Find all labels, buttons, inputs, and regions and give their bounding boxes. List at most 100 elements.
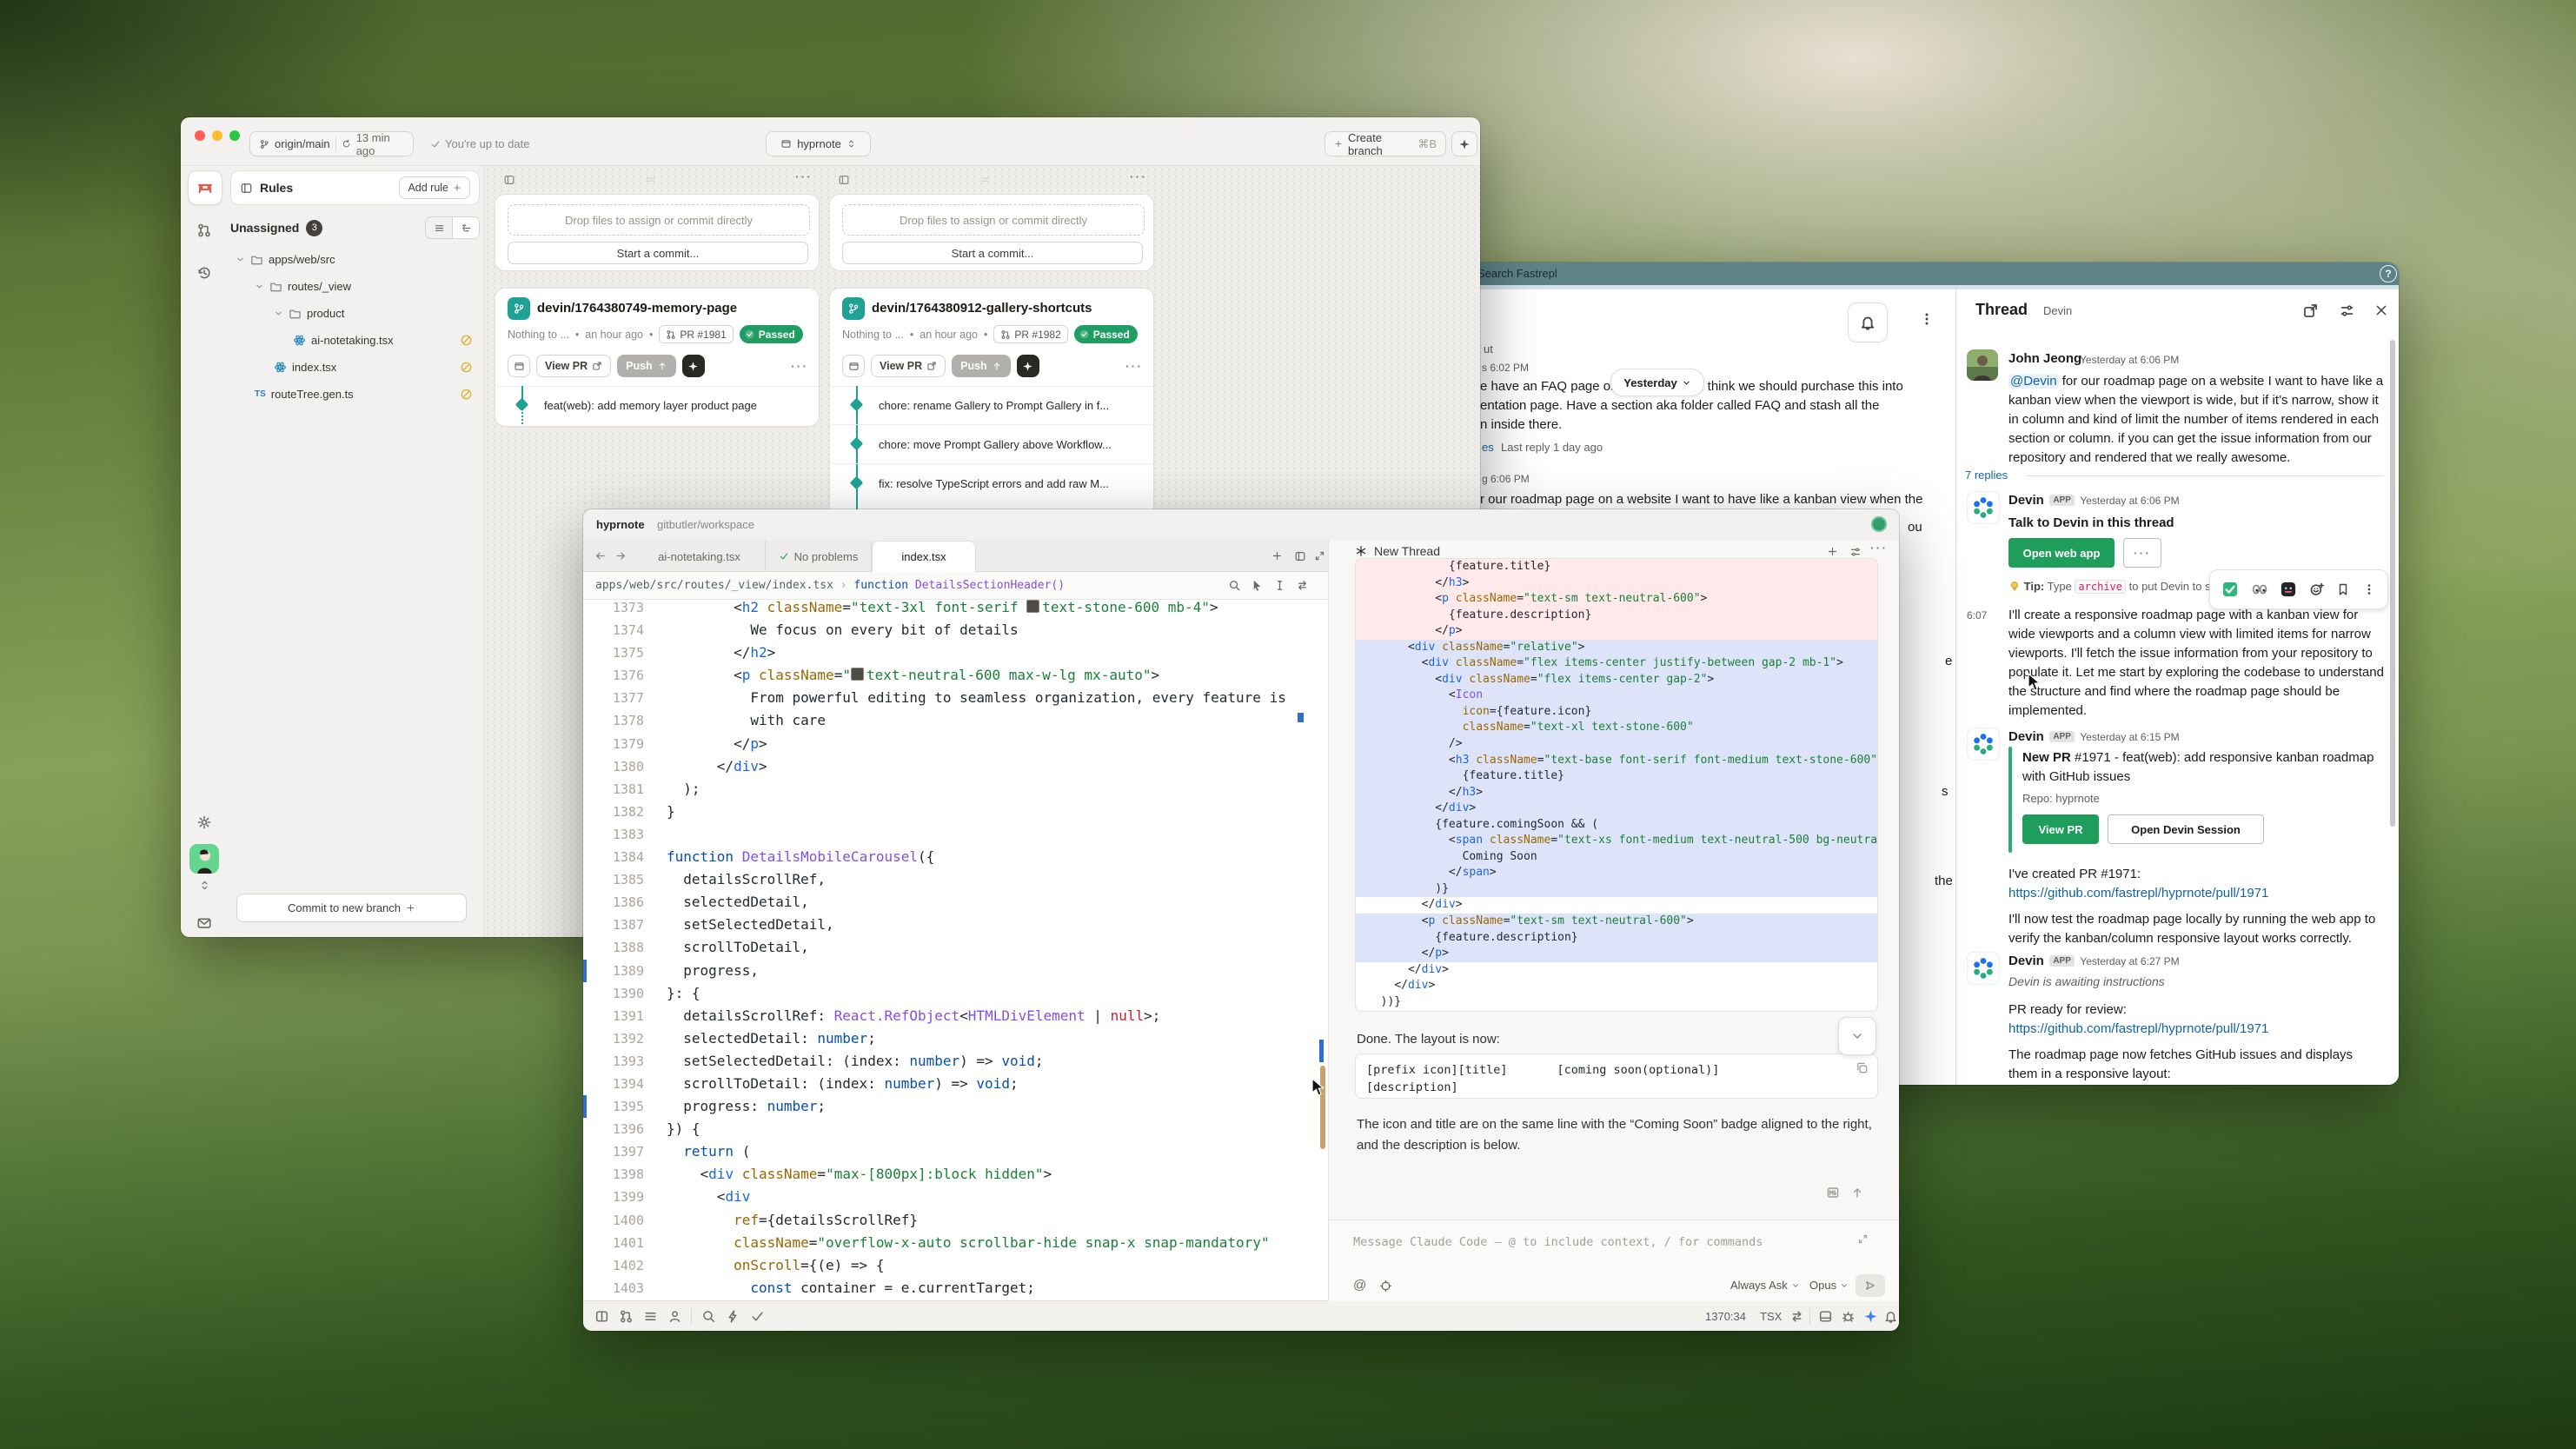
pr-chip[interactable]: PR #1981	[659, 325, 733, 343]
code-line[interactable]: onScroll={(e) => {	[667, 1254, 1289, 1277]
code-line[interactable]: return (	[667, 1140, 1289, 1163]
avatar[interactable]	[1967, 349, 1998, 381]
list-view-button[interactable]	[426, 217, 452, 238]
open-devin-session-button[interactable]: Open Devin Session	[2108, 814, 2264, 844]
message-author[interactable]: John Jeong	[2008, 351, 2081, 366]
message-timestamp[interactable]: Yesterday at 6:27 PM	[2080, 955, 2179, 967]
workspace-status-icon[interactable]	[1871, 516, 1887, 532]
message-author[interactable]: Devin	[2008, 954, 2044, 968]
check-reaction-icon[interactable]	[2221, 581, 2239, 598]
message-author[interactable]: Devin	[2008, 493, 2044, 508]
branches-nav-button[interactable]	[188, 214, 221, 247]
scroll-to-bottom-button[interactable]	[1838, 1017, 1876, 1055]
replies-count[interactable]: 7 replies	[1965, 469, 2008, 482]
tree-item-routetree-gen-ts[interactable]: TSrouteTree.gen.ts	[230, 381, 480, 408]
context-target-icon[interactable]	[1379, 1280, 1392, 1293]
code-line[interactable]: function DetailsMobileCarousel({	[667, 846, 1289, 868]
model-select[interactable]: Opus	[1809, 1279, 1849, 1292]
sync-icon[interactable]	[1789, 1309, 1804, 1324]
workspace-nav-button[interactable]	[188, 170, 222, 205]
history-nav-button[interactable]	[188, 256, 221, 289]
expand-editor-icon[interactable]	[1314, 550, 1325, 562]
thread-channel[interactable]: Devin	[2043, 304, 2072, 317]
code-line[interactable]: setSelectedDetail,	[667, 914, 1289, 936]
language-mode[interactable]: TSX	[1760, 1310, 1782, 1323]
code-line[interactable]: selectedDetail: number;	[667, 1027, 1289, 1050]
ai-commit-button[interactable]	[682, 355, 705, 377]
zoom-window-button[interactable]	[229, 130, 240, 141]
scroll-top-icon[interactable]	[1850, 1186, 1864, 1200]
add-reaction-icon[interactable]	[2309, 582, 2325, 597]
lane-drag-handle[interactable]	[975, 176, 994, 184]
code-line[interactable]: }: {	[667, 982, 1289, 1005]
push-button[interactable]: Push	[617, 355, 676, 377]
lane-collapse-icon[interactable]	[503, 174, 515, 186]
open-web-app-button[interactable]: Open web app	[2008, 538, 2115, 568]
lane-menu-button[interactable]: ···	[1130, 169, 1147, 183]
settings-button[interactable]	[188, 806, 221, 839]
code-line[interactable]: progress,	[667, 960, 1289, 982]
code-line[interactable]: scrollToDetail: (index: number) => void;	[667, 1073, 1289, 1095]
devin-avatar[interactable]	[1967, 491, 2000, 524]
new-thread-icon[interactable]	[1827, 546, 1838, 557]
send-button[interactable]	[1856, 1274, 1885, 1297]
hover-timestamp[interactable]: 6:07	[1967, 609, 1987, 621]
code-line[interactable]: </h2>	[667, 641, 1289, 664]
debug-icon[interactable]	[1841, 1309, 1856, 1324]
thread-settings-icon[interactable]	[2339, 302, 2355, 319]
review-button[interactable]	[508, 355, 530, 377]
message-input[interactable]: Message Claude Code — @ to include conte…	[1329, 1220, 1899, 1301]
code-line[interactable]: );	[667, 778, 1289, 801]
code-line[interactable]: with care	[667, 709, 1289, 732]
add-rule-button[interactable]: Add rule	[399, 176, 470, 199]
text-cursor-icon[interactable]	[1273, 579, 1286, 592]
drop-files-zone[interactable]: Drop files to assign or commit directly	[508, 204, 810, 236]
tree-item-routes-view[interactable]: routes/_view	[230, 273, 480, 300]
terminal-panel-icon[interactable]	[1818, 1309, 1833, 1324]
ai-sparkle-icon[interactable]	[1863, 1309, 1878, 1324]
tab-no-problems[interactable]: No problems	[766, 541, 872, 572]
layout-icon[interactable]	[594, 1309, 609, 1324]
copy-icon[interactable]	[1856, 1061, 1869, 1074]
push-button[interactable]: Push	[952, 355, 1011, 377]
mention-context-button[interactable]: @	[1353, 1278, 1366, 1293]
commit-row[interactable]: chore: move Prompt Gallery above Workflo…	[830, 424, 1154, 463]
code-line[interactable]: detailsScrollRef,	[667, 868, 1289, 891]
user-icon[interactable]	[667, 1309, 682, 1324]
notifications-bell-button[interactable]	[1848, 302, 1888, 342]
custom-emoji-icon[interactable]	[2280, 581, 2297, 598]
ai-commit-button[interactable]	[1017, 355, 1039, 377]
ci-status-badge[interactable]: Passed	[740, 325, 803, 343]
check-icon[interactable]	[750, 1309, 765, 1324]
layout-code-block[interactable]: [prefix icon][title] [coming soon(option…	[1355, 1054, 1878, 1099]
close-icon[interactable]	[2374, 302, 2389, 318]
thread-scrollbar[interactable]	[2390, 340, 2395, 827]
devin-avatar[interactable]	[1967, 728, 2000, 761]
start-commit-button[interactable]: Start a commit...	[842, 242, 1143, 264]
tree-item-ai-notetaking-tsx[interactable]: ai-notetaking.tsx	[230, 327, 480, 354]
code-line[interactable]: From powerful editing to seamless organi…	[667, 687, 1289, 709]
lane-menu-button[interactable]: ···	[795, 169, 813, 183]
pointer-icon[interactable]	[1251, 579, 1264, 592]
actions-icon[interactable]	[726, 1309, 740, 1324]
code-line[interactable]: detailsScrollRef: React.RefObject<HTMLDi…	[667, 1005, 1289, 1027]
code-line[interactable]: className="overflow-x-auto scrollbar-hid…	[667, 1232, 1289, 1254]
split-editor-icon[interactable]	[1294, 550, 1306, 562]
tree-item-apps-web-src[interactable]: apps/web/src	[230, 246, 480, 273]
tab-index-tsx[interactable]: index.tsx	[872, 541, 976, 572]
bookmark-icon[interactable]	[2336, 582, 2350, 596]
more-options-icon[interactable]	[1919, 311, 1935, 327]
code-line[interactable]: <div	[667, 1186, 1289, 1208]
ci-status-badge[interactable]: Passed	[1074, 325, 1138, 343]
code-line[interactable]: <div className="max-[800px]:block hidden…	[667, 1163, 1289, 1186]
diff-card[interactable]: {feature.title} </h3> <p className="text…	[1355, 558, 1878, 1012]
code-line[interactable]: progress: number;	[667, 1095, 1289, 1118]
feedback-button[interactable]	[188, 907, 221, 937]
view-pr-button[interactable]: View PR	[2022, 814, 2099, 844]
code-line[interactable]: ref={detailsScrollRef}	[667, 1209, 1289, 1232]
date-divider-pill[interactable]: Yesterday	[1610, 369, 1704, 396]
diff-icon[interactable]	[1296, 579, 1309, 592]
commit-to-new-branch-button[interactable]: Commit to new branch	[236, 894, 467, 922]
slack-search-bar[interactable]: Search Fastrepl ?	[1471, 263, 2399, 285]
branch-name[interactable]: devin/1764380749-memory-page	[537, 301, 737, 316]
